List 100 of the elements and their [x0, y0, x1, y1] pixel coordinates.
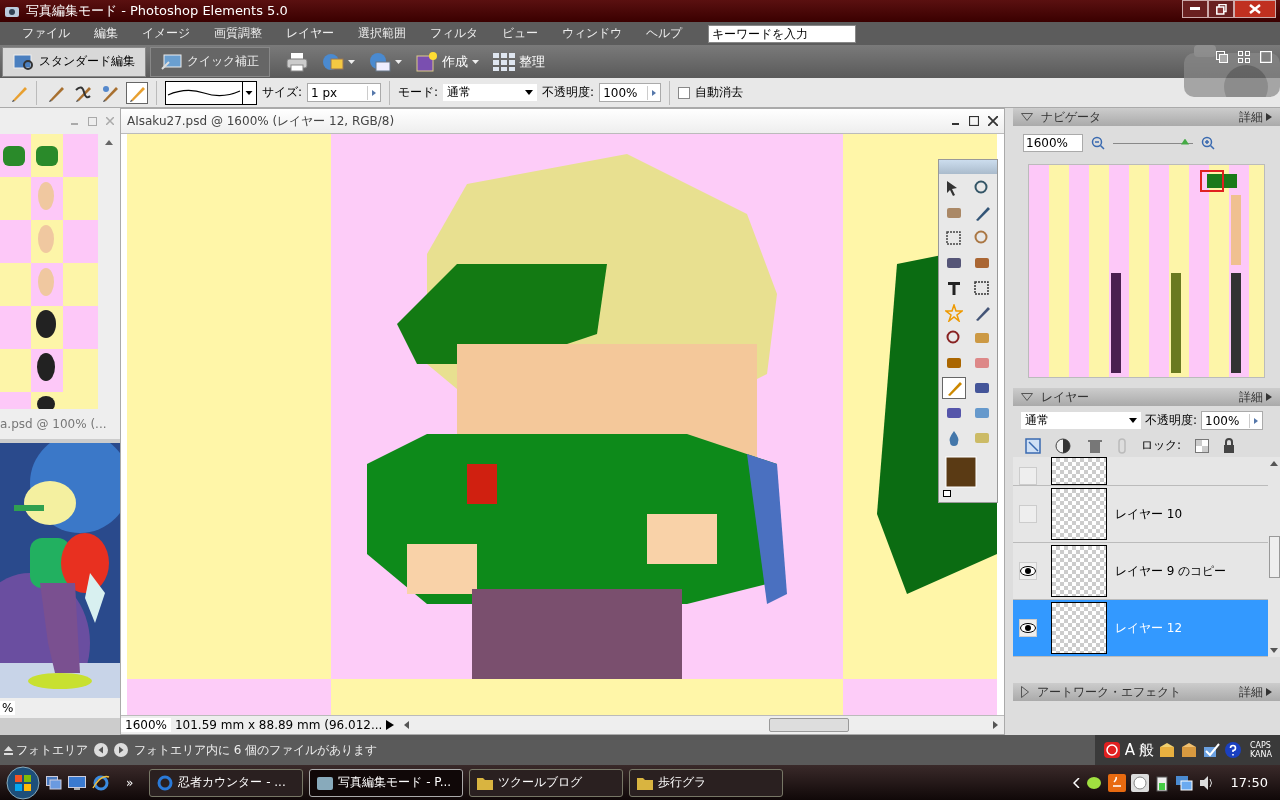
mode-tab[interactable]: クイック補正 [150, 46, 270, 77]
create-button[interactable]: 作成 [414, 49, 481, 74]
collapse-icon[interactable] [1021, 113, 1033, 121]
browser-icon [156, 773, 175, 792]
tile-icon[interactable] [1238, 51, 1250, 63]
menu-item[interactable]: ウィンドウ [550, 25, 634, 42]
size-field[interactable]: 1 px [307, 83, 382, 102]
menu-item[interactable]: 画質調整 [202, 25, 274, 42]
new-layer-icon[interactable] [1025, 437, 1041, 454]
app-icon[interactable] [1102, 741, 1121, 759]
toolbox-handle[interactable] [939, 160, 997, 174]
checkbox[interactable] [678, 86, 691, 99]
more-button[interactable]: 詳細 [1239, 683, 1272, 701]
zoom-slider[interactable] [1181, 138, 1189, 145]
more-button[interactable]: 詳細 [1239, 108, 1272, 126]
opacity-label: 不透明度: [542, 84, 595, 101]
trash-icon[interactable] [1087, 437, 1103, 454]
photo-icon [161, 52, 183, 71]
layer-row[interactable] [1013, 457, 1268, 486]
scroll-left-icon[interactable] [404, 721, 410, 729]
box-icon[interactable] [1179, 741, 1198, 759]
more-button[interactable]: » [126, 775, 134, 790]
desktop-icon[interactable] [68, 775, 86, 790]
visibility-toggle[interactable] [1019, 467, 1037, 485]
close-icon[interactable] [988, 116, 998, 126]
lock-icon[interactable] [1223, 438, 1236, 453]
expand-icon[interactable] [1021, 686, 1029, 698]
check-icon[interactable] [1201, 741, 1220, 759]
windows-icon[interactable] [46, 775, 62, 790]
scroll-up-icon[interactable] [105, 140, 113, 145]
layer-row[interactable]: レイヤー 9 のコピー [1013, 543, 1268, 600]
photo-bin-toggle[interactable]: フォトエリア [4, 741, 88, 759]
mode-dropdown[interactable]: 通常 [443, 84, 538, 101]
visibility-toggle[interactable] [1019, 562, 1037, 580]
zoom-field[interactable]: % [0, 701, 16, 715]
start-button[interactable] [6, 765, 40, 800]
network-icon[interactable] [1174, 773, 1193, 792]
menu-item[interactable]: イメージ [130, 25, 202, 42]
pencil-button[interactable] [126, 81, 148, 104]
previous-icon[interactable] [94, 743, 108, 757]
dial-icon[interactable] [1130, 773, 1149, 792]
power-icon[interactable] [1153, 773, 1170, 792]
size-label: サイズ: [262, 84, 303, 101]
close-button[interactable] [1234, 0, 1276, 18]
restore-button[interactable] [1208, 0, 1234, 18]
maximize-icon[interactable] [969, 116, 979, 126]
zoom-field[interactable]: 1600% [1023, 134, 1083, 152]
menu-item[interactable]: 選択範囲 [346, 25, 418, 42]
browser-icon[interactable] [92, 773, 110, 792]
scroll-down-icon[interactable] [1270, 648, 1278, 653]
visibility-toggle[interactable] [1019, 619, 1037, 637]
blend-mode-dropdown[interactable]: 通常 [1021, 412, 1141, 429]
collapse-icon[interactable] [1021, 393, 1033, 401]
scroll-thumb[interactable] [769, 718, 849, 732]
help-icon[interactable] [1223, 741, 1242, 759]
layer-row[interactable]: レイヤー 10 [1013, 486, 1268, 543]
input-mode[interactable]: A [1124, 741, 1135, 759]
scroll-right-icon[interactable] [993, 721, 998, 729]
menu-item[interactable]: ファイル [10, 25, 82, 42]
visibility-toggle[interactable] [1019, 505, 1037, 523]
eject-icon [4, 745, 13, 755]
taskbar-button[interactable]: ツクールブログ [469, 768, 624, 797]
menu-item[interactable]: フィルタ [418, 25, 490, 42]
brush-icon [74, 83, 92, 102]
taskbar-button[interactable]: 写真編集モード - P... [309, 768, 464, 797]
grid-icon [493, 51, 515, 72]
brush-picker[interactable] [165, 80, 257, 105]
scroll-up-icon[interactable] [1270, 461, 1278, 466]
kana-indicator: KANA [1249, 750, 1272, 759]
search-field[interactable]: キーワードを入力 [708, 24, 856, 43]
printer-icon [286, 51, 308, 72]
checker-icon[interactable] [1195, 438, 1210, 453]
opacity-field[interactable]: 100% [599, 83, 662, 102]
zoom-out-icon[interactable] [1091, 136, 1105, 150]
menu-item[interactable]: ヘルプ [634, 25, 694, 42]
more-button[interactable]: 詳細 [1239, 388, 1272, 406]
arrow-icon [1266, 688, 1272, 696]
window-title: 写真編集モード - Photoshop Elements 5.0 [26, 2, 288, 20]
mode-tab[interactable]: スタンダード編集 [2, 46, 146, 77]
arrow-icon [1266, 113, 1272, 121]
pencil-tool[interactable] [942, 377, 966, 399]
input-mode[interactable]: 般 [1138, 740, 1154, 760]
cascade-icon[interactable] [1216, 51, 1228, 63]
taskbar-button[interactable]: 忍者カウンター - ... [149, 768, 304, 797]
scroll-thumb[interactable] [1268, 536, 1280, 578]
next-icon[interactable] [114, 743, 128, 757]
half-circle-icon[interactable] [1055, 437, 1073, 454]
cup-icon[interactable] [1107, 773, 1126, 792]
menu-arrow-icon[interactable] [386, 720, 395, 730]
box-icon[interactable] [1157, 741, 1176, 759]
zoom-field[interactable]: 1600% [121, 718, 171, 732]
menu-item[interactable]: レイヤー [274, 25, 346, 42]
chevron-left-icon[interactable] [1072, 777, 1080, 788]
menu-item[interactable]: 編集 [82, 25, 130, 42]
opacity-field[interactable]: 100% [1201, 411, 1264, 430]
zoom-in-icon[interactable] [1201, 136, 1215, 150]
menu-item[interactable]: ビュー [490, 25, 550, 42]
taskbar-button[interactable]: 歩行グラ [629, 768, 784, 797]
minimize-button[interactable] [1182, 0, 1208, 18]
organize-button[interactable]: 整理 [491, 49, 547, 74]
